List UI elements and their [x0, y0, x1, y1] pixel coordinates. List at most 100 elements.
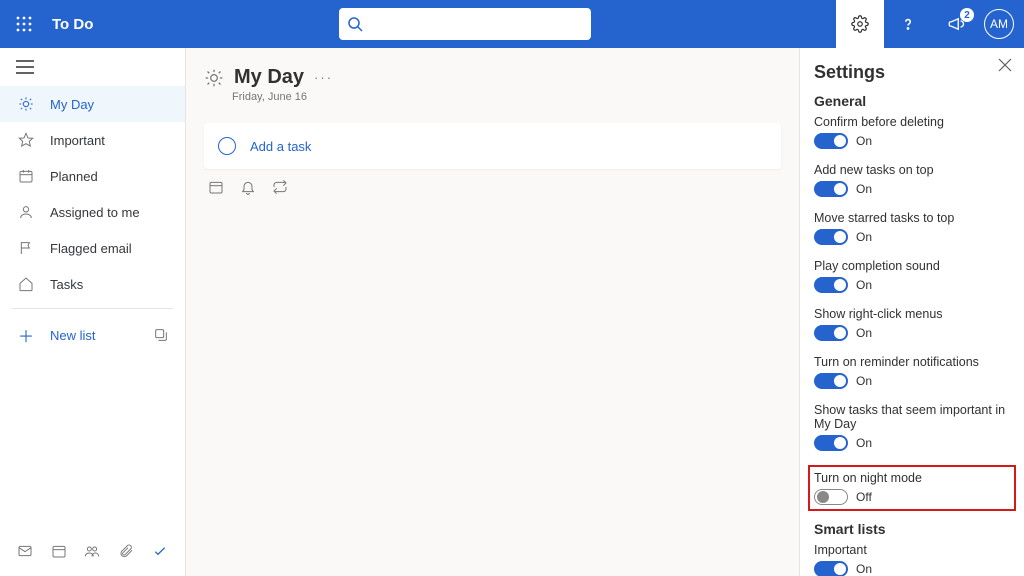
reminder-button[interactable]: [240, 179, 256, 195]
settings-section-general: General: [814, 93, 1010, 109]
settings-button[interactable]: [836, 0, 884, 48]
toggle-reminder-notifications[interactable]: [814, 373, 848, 389]
check-icon: [152, 543, 168, 559]
calendar-small-icon: [51, 543, 67, 559]
toggle-move-starred-top[interactable]: [814, 229, 848, 245]
app-launcher-button[interactable]: [0, 0, 48, 48]
toggle-state-text: Off: [856, 490, 872, 504]
setting-important-in-my-day: Show tasks that seem important in My Day…: [814, 403, 1010, 451]
calendar-button[interactable]: [42, 536, 76, 566]
sidebar-item-label: Flagged email: [50, 241, 132, 256]
list-options-button[interactable]: ···: [314, 70, 333, 85]
app-body: My Day Important Planned Assigned to me …: [0, 48, 1024, 576]
toggle-night-mode[interactable]: [814, 489, 848, 505]
task-toolbar: [204, 179, 781, 195]
toggle-state-text: On: [856, 374, 872, 388]
sidebar-item-assigned[interactable]: Assigned to me: [0, 194, 185, 230]
todo-button[interactable]: [143, 536, 177, 566]
add-task-input[interactable]: Add a task: [204, 123, 781, 169]
toggle-knob: [817, 491, 829, 503]
whats-new-button[interactable]: 2: [932, 0, 980, 48]
sidebar-item-tasks[interactable]: Tasks: [0, 266, 185, 302]
help-button[interactable]: [884, 0, 932, 48]
toggle-knob: [834, 327, 846, 339]
setting-move-starred-top: Move starred tasks to top On: [814, 211, 1010, 245]
settings-close-button[interactable]: [998, 58, 1012, 72]
toggle-play-sound[interactable]: [814, 277, 848, 293]
toggle-state-text: On: [856, 230, 872, 244]
setting-label: Show tasks that seem important in My Day: [814, 403, 1010, 431]
toggle-row: On: [814, 325, 1010, 341]
mail-icon: [17, 543, 33, 559]
toggle-important-in-my-day[interactable]: [814, 435, 848, 451]
account-avatar[interactable]: AM: [984, 9, 1014, 39]
due-date-button[interactable]: [208, 179, 224, 195]
repeat-icon: [272, 179, 288, 195]
new-list-button[interactable]: ＋ New list: [0, 315, 185, 355]
news-badge: 2: [960, 8, 974, 22]
toggle-smart-important[interactable]: [814, 561, 848, 576]
home-icon: [16, 276, 36, 292]
hamburger-icon: [16, 60, 34, 74]
toggle-right-click-menus[interactable]: [814, 325, 848, 341]
sidebar-item-label: My Day: [50, 97, 94, 112]
toggle-knob: [834, 135, 846, 147]
sidebar-item-my-day[interactable]: My Day: [0, 86, 185, 122]
search-box[interactable]: [339, 8, 591, 40]
new-group-button[interactable]: [153, 327, 169, 343]
sidebar-item-label: Planned: [50, 169, 98, 184]
sidebar-item-planned[interactable]: Planned: [0, 158, 185, 194]
toggle-state-text: On: [856, 436, 872, 450]
header-center: [93, 8, 836, 40]
sidebar-item-important[interactable]: Important: [0, 122, 185, 158]
my-day-icon: [204, 68, 224, 88]
sidebar: My Day Important Planned Assigned to me …: [0, 48, 186, 576]
toggle-state-text: On: [856, 278, 872, 292]
toggle-row: On: [814, 373, 1010, 389]
toggle-row: On: [814, 561, 1010, 576]
mail-button[interactable]: [8, 536, 42, 566]
files-button[interactable]: [109, 536, 143, 566]
toggle-state-text: On: [856, 134, 872, 148]
setting-label: Add new tasks on top: [814, 163, 1010, 177]
toggle-add-on-top[interactable]: [814, 181, 848, 197]
toggle-row: On: [814, 229, 1010, 245]
setting-label: Move starred tasks to top: [814, 211, 1010, 225]
toggle-state-text: On: [856, 326, 872, 340]
app-title: To Do: [52, 16, 93, 33]
sidebar-item-label: Tasks: [50, 277, 83, 292]
setting-label: Turn on reminder notifications: [814, 355, 1010, 369]
toggle-knob: [834, 279, 846, 291]
sidebar-toggle-button[interactable]: [0, 48, 185, 86]
sidebar-item-flagged[interactable]: Flagged email: [0, 230, 185, 266]
people-icon: [84, 543, 100, 559]
sidebar-item-label: Important: [50, 133, 105, 148]
setting-label: Important: [814, 543, 1010, 557]
toggle-confirm-delete[interactable]: [814, 133, 848, 149]
header-right: 2 AM: [836, 0, 1024, 48]
app-header: To Do 2 AM: [0, 0, 1024, 48]
gear-icon: [851, 15, 869, 33]
attachment-icon: [118, 543, 134, 559]
toggle-knob: [834, 231, 846, 243]
star-icon: [16, 132, 36, 148]
settings-panel: Settings General Confirm before deleting…: [800, 48, 1024, 576]
bell-icon: [240, 179, 256, 195]
new-list-label: New list: [50, 328, 153, 343]
toggle-row: On: [814, 435, 1010, 451]
avatar-initials: AM: [990, 17, 1008, 31]
page-date: Friday, June 16: [232, 91, 781, 103]
setting-night-mode: Turn on night modeOff: [808, 465, 1016, 511]
search-input[interactable]: [371, 15, 583, 33]
toggle-knob: [834, 563, 846, 575]
waffle-icon: [16, 16, 32, 32]
toggle-row: On: [814, 181, 1010, 197]
people-button[interactable]: [76, 536, 110, 566]
main-header: My Day ···: [204, 66, 781, 89]
person-icon: [16, 204, 36, 220]
repeat-button[interactable]: [272, 179, 288, 195]
add-task-circle-icon: [218, 137, 236, 155]
toggle-state-text: On: [856, 562, 872, 576]
toggle-knob: [834, 375, 846, 387]
flag-icon: [16, 240, 36, 256]
